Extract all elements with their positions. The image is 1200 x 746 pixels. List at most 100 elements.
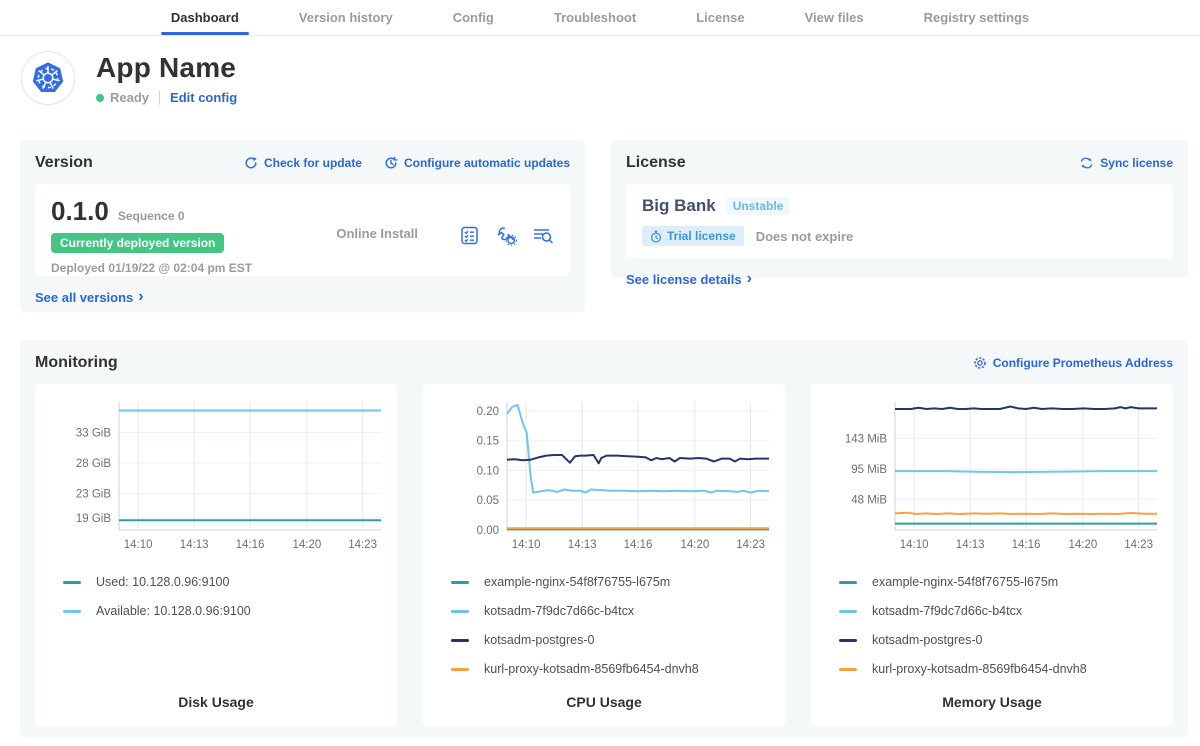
configure-automatic-updates-link[interactable]: Configure automatic updates xyxy=(384,156,570,170)
deployed-timestamp: Deployed 01/19/22 @ 02:04 pm EST xyxy=(51,261,336,275)
svg-text:14:23: 14:23 xyxy=(736,539,765,551)
legend-item: kotsadm-7f9dc7d66c-b4tcx xyxy=(839,604,1167,618)
series-swatch xyxy=(451,639,469,642)
version-card-title: Version xyxy=(35,154,93,172)
trial-license-label: Trial license xyxy=(667,229,736,243)
cpu-usage-legend: example-nginx-54f8f76755-l675m kotsadm-7… xyxy=(451,575,779,676)
svg-text:0.05: 0.05 xyxy=(477,495,499,507)
preflight-checks-icon[interactable] xyxy=(458,224,480,246)
tab-registry-settings[interactable]: Registry settings xyxy=(922,0,1031,35)
legend-item: Used: 10.128.0.96:9100 xyxy=(63,575,391,589)
cpu-usage-title: CPU Usage xyxy=(423,694,785,710)
svg-text:14:13: 14:13 xyxy=(568,539,597,551)
series-label: kotsadm-postgres-0 xyxy=(872,633,982,647)
legend-item: example-nginx-54f8f76755-l675m xyxy=(451,575,779,589)
tab-dashboard[interactable]: Dashboard xyxy=(169,0,241,35)
svg-text:19 GiB: 19 GiB xyxy=(76,513,111,525)
app-header: App Name Ready Edit config xyxy=(22,52,237,105)
series-label: kurl-proxy-kotsadm-8569fb6454-dnvh8 xyxy=(872,662,1087,676)
config-wrench-icon[interactable] xyxy=(495,224,517,246)
series-swatch xyxy=(451,581,469,584)
monitoring-title: Monitoring xyxy=(35,354,118,372)
customer-name: Big Bank xyxy=(642,196,716,216)
svg-text:0.00: 0.00 xyxy=(477,525,499,537)
app-name-title: App Name xyxy=(96,52,237,84)
svg-text:143 MiB: 143 MiB xyxy=(845,433,888,445)
legend-item: example-nginx-54f8f76755-l675m xyxy=(839,575,1167,589)
tab-troubleshoot[interactable]: Troubleshoot xyxy=(552,0,638,35)
series-swatch xyxy=(839,610,857,613)
edit-config-link[interactable]: Edit config xyxy=(170,90,237,105)
top-nav: Dashboard Version history Config Trouble… xyxy=(0,0,1200,36)
svg-text:14:20: 14:20 xyxy=(680,539,709,551)
configure-prometheus-link[interactable]: Configure Prometheus Address xyxy=(973,356,1173,370)
disk-usage-title: Disk Usage xyxy=(35,694,397,710)
series-label: Available: 10.128.0.96:9100 xyxy=(96,604,251,618)
svg-text:0.20: 0.20 xyxy=(477,406,499,418)
license-card-title: License xyxy=(626,154,686,172)
series-swatch xyxy=(839,581,857,584)
series-label: kotsadm-7f9dc7d66c-b4tcx xyxy=(484,604,634,618)
sync-license-link[interactable]: Sync license xyxy=(1079,156,1173,170)
refresh-icon xyxy=(244,156,258,170)
see-all-versions-link[interactable]: See all versions › xyxy=(35,289,144,305)
license-expiry: Does not expire xyxy=(756,229,854,244)
install-type-label: Online Install xyxy=(336,226,418,241)
legend-item: kurl-proxy-kotsadm-8569fb6454-dnvh8 xyxy=(451,662,779,676)
series-swatch xyxy=(839,639,857,642)
tab-version-history[interactable]: Version history xyxy=(297,0,395,35)
series-label: example-nginx-54f8f76755-l675m xyxy=(872,575,1058,589)
svg-text:28 GiB: 28 GiB xyxy=(76,458,111,470)
app-status-text: Ready xyxy=(110,90,149,105)
series-label: kurl-proxy-kotsadm-8569fb6454-dnvh8 xyxy=(484,662,699,676)
series-label: example-nginx-54f8f76755-l675m xyxy=(484,575,670,589)
svg-text:0.15: 0.15 xyxy=(477,436,499,448)
svg-text:48 MiB: 48 MiB xyxy=(851,494,887,506)
series-swatch xyxy=(63,610,81,613)
svg-text:14:10: 14:10 xyxy=(900,539,929,551)
check-for-update-link[interactable]: Check for update xyxy=(244,156,362,170)
chevron-right-icon: › xyxy=(138,289,143,305)
legend-item: Available: 10.128.0.96:9100 xyxy=(63,604,391,618)
license-details-panel: Big Bank Unstable Trial license Does not… xyxy=(626,184,1173,258)
ready-status-dot xyxy=(96,94,104,102)
disk-usage-chart-card: 14:1014:1314:1614:2014:2319 GiB23 GiB28 … xyxy=(35,384,397,726)
memory-usage-chart: 14:1014:1314:1614:2014:2348 MiB95 MiB143… xyxy=(817,392,1167,565)
see-license-details-link[interactable]: See license details › xyxy=(626,271,752,287)
channel-badge: Unstable xyxy=(726,197,791,215)
kots-dashboard-page: Dashboard Version history Config Trouble… xyxy=(0,0,1200,746)
see-all-versions-label: See all versions xyxy=(35,290,133,305)
sequence-label: Sequence 0 xyxy=(118,209,185,223)
memory-usage-chart-card: 14:1014:1314:1614:2014:2348 MiB95 MiB143… xyxy=(811,384,1173,726)
legend-item: kotsadm-7f9dc7d66c-b4tcx xyxy=(451,604,779,618)
chevron-right-icon: › xyxy=(747,271,752,287)
tab-license[interactable]: License xyxy=(694,0,746,35)
current-version-panel: 0.1.0 Sequence 0 Currently deployed vers… xyxy=(35,184,570,276)
tab-config[interactable]: Config xyxy=(451,0,496,35)
disk-usage-chart: 14:1014:1314:1614:2014:2319 GiB23 GiB28 … xyxy=(41,392,391,565)
svg-text:14:10: 14:10 xyxy=(512,539,541,551)
legend-item: kurl-proxy-kotsadm-8569fb6454-dnvh8 xyxy=(839,662,1167,676)
series-label: kotsadm-postgres-0 xyxy=(484,633,594,647)
sync-icon xyxy=(1079,156,1094,170)
tab-view-files[interactable]: View files xyxy=(803,0,866,35)
series-swatch xyxy=(451,610,469,613)
svg-text:0.10: 0.10 xyxy=(477,465,499,477)
memory-usage-legend: example-nginx-54f8f76755-l675m kotsadm-7… xyxy=(839,575,1167,676)
svg-text:14:13: 14:13 xyxy=(180,539,209,551)
gear-icon xyxy=(973,356,987,370)
svg-text:23 GiB: 23 GiB xyxy=(76,488,111,500)
version-number: 0.1.0 xyxy=(51,196,109,227)
divider xyxy=(159,91,160,105)
legend-item: kotsadm-postgres-0 xyxy=(451,633,779,647)
view-logs-icon[interactable] xyxy=(532,224,554,246)
series-swatch xyxy=(63,581,81,584)
svg-text:14:13: 14:13 xyxy=(956,539,985,551)
svg-text:14:20: 14:20 xyxy=(1068,539,1097,551)
license-card: License Sync license Big Bank Unstable xyxy=(611,140,1188,278)
svg-text:14:23: 14:23 xyxy=(1124,539,1153,551)
svg-text:14:20: 14:20 xyxy=(292,539,321,551)
series-swatch xyxy=(451,668,469,671)
svg-text:14:23: 14:23 xyxy=(348,539,377,551)
svg-text:14:16: 14:16 xyxy=(624,539,653,551)
